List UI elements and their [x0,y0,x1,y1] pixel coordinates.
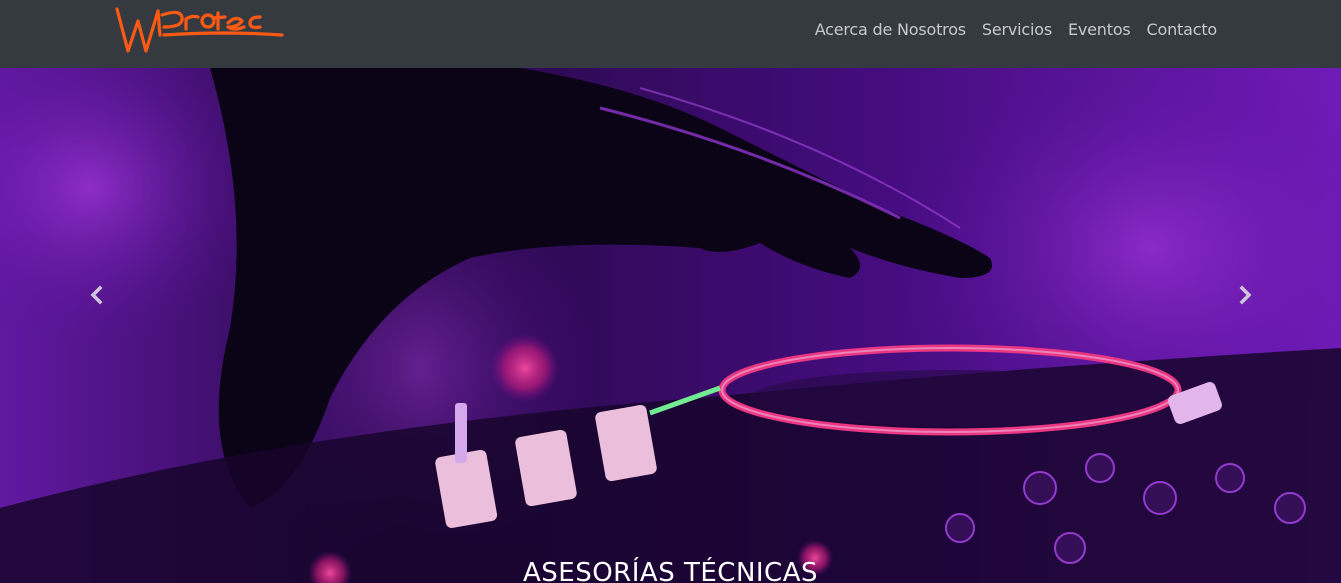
nav-link-acerca[interactable]: Acerca de Nosotros [807,19,974,41]
carousel-slide-image [0,68,1341,583]
slide-caption: ASESORÍAS TÉCNICAS [523,558,818,583]
top-navbar: Acerca de Nosotros Servicios Eventos Con… [0,0,1341,68]
hero-carousel: ASESORÍAS TÉCNICAS [0,68,1341,583]
nav-link-servicios[interactable]: Servicios [974,19,1060,41]
carousel-prev-button[interactable] [82,278,112,312]
nav-link-contacto[interactable]: Contacto [1139,19,1225,41]
main-nav: Acerca de Nosotros Servicios Eventos Con… [807,19,1225,41]
nav-link-eventos[interactable]: Eventos [1060,19,1139,41]
carousel-next-button[interactable] [1230,278,1260,312]
chevron-right-icon [1239,285,1252,305]
brand-logo[interactable] [114,5,286,57]
wprotec-logo-icon [115,7,284,53]
chevron-left-icon [90,285,103,305]
